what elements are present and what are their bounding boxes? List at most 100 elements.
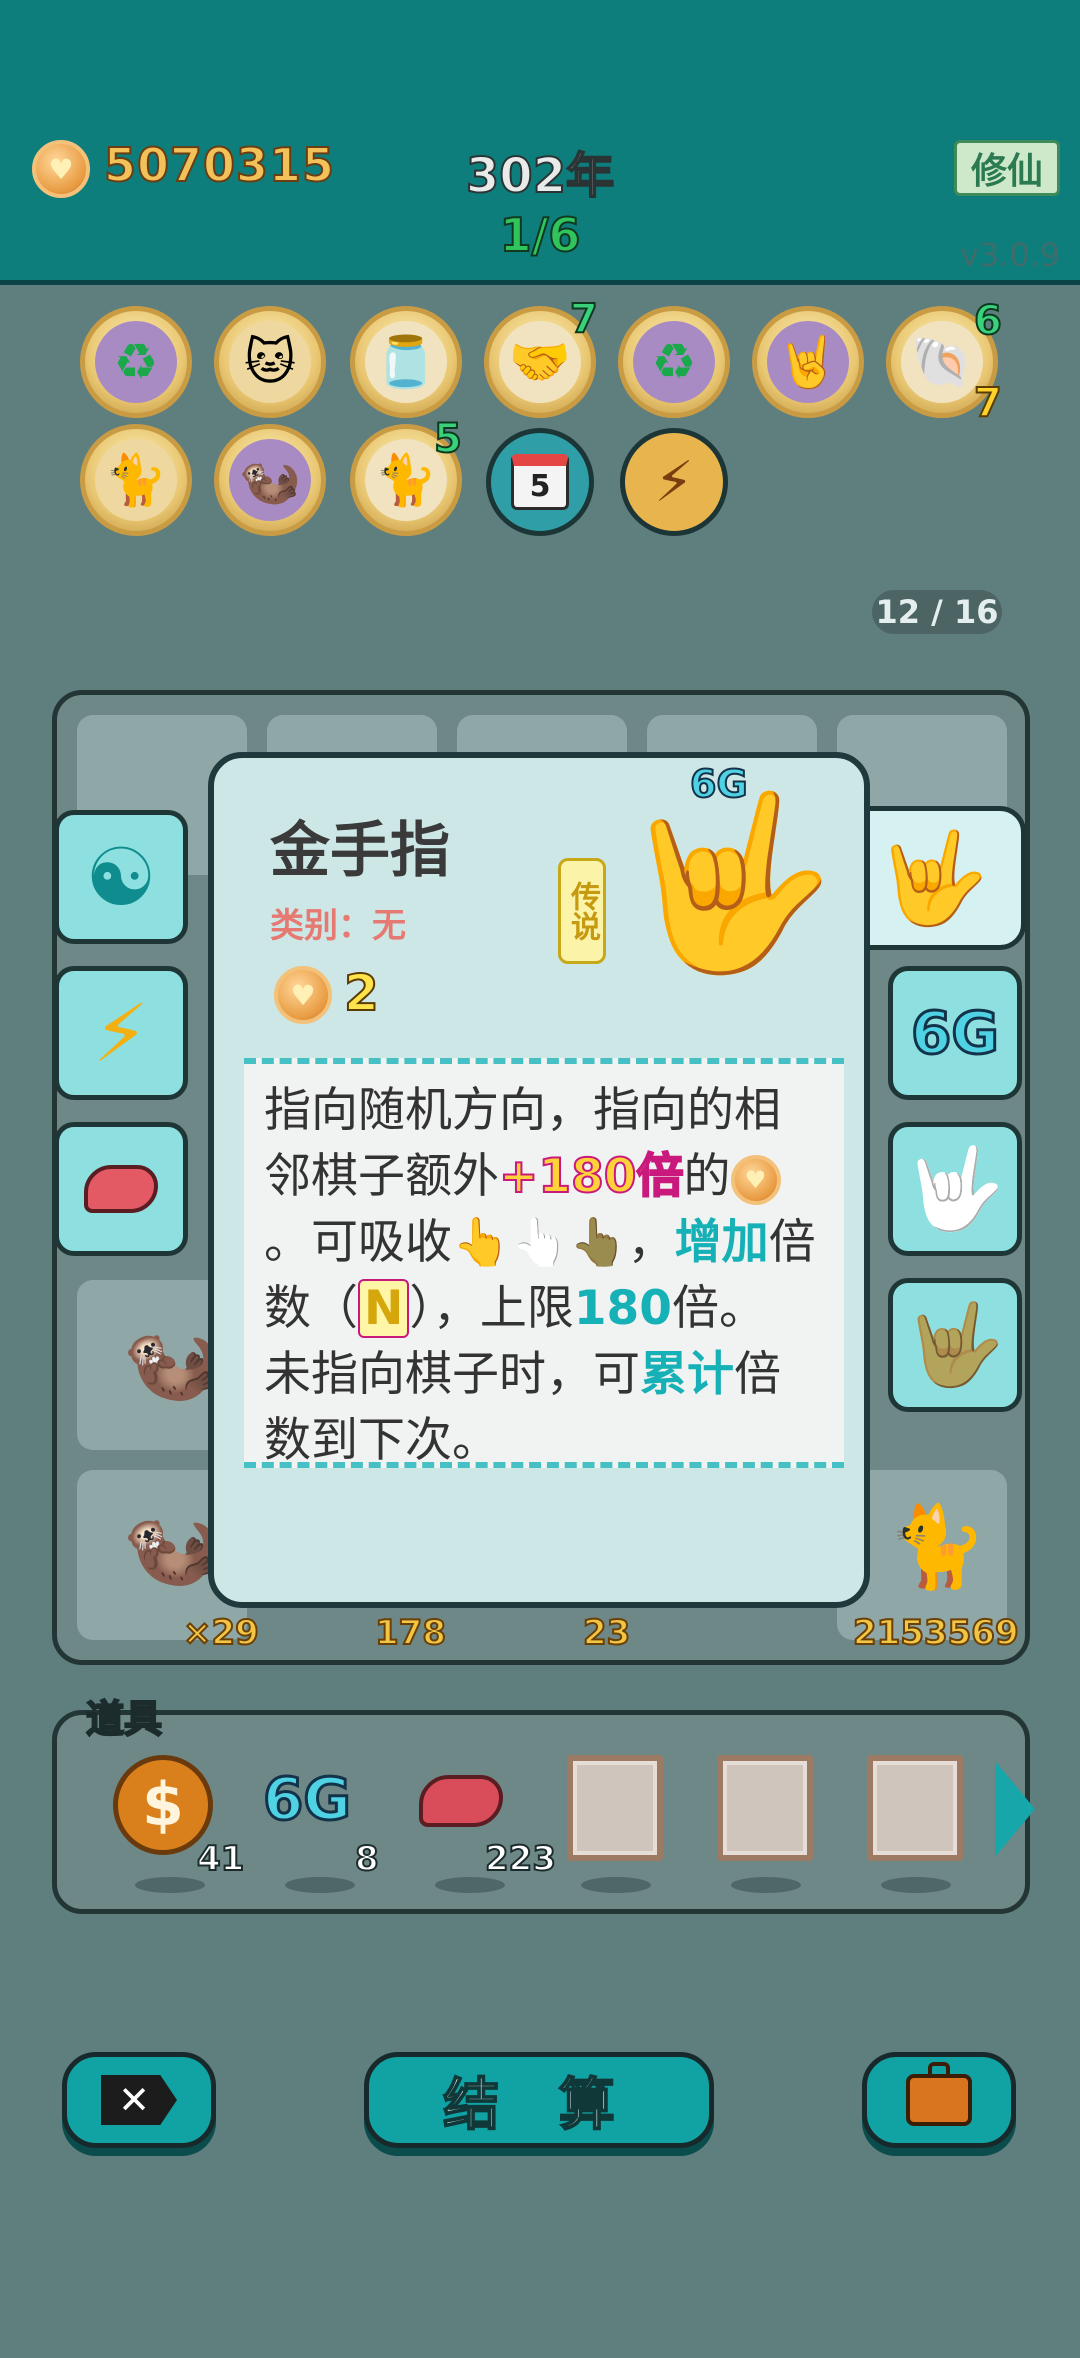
skill-yin-yang[interactable]: ☯ (54, 810, 188, 944)
calendar-icon: 5 (511, 454, 569, 510)
desc-text: 数（ (264, 1281, 358, 1336)
item-count: 8 (354, 1838, 380, 1880)
cancel-button[interactable]: ✕ (62, 2052, 216, 2148)
items-panel: $ 41 6G 8 223 (52, 1710, 1035, 1914)
card-value: 2 (343, 963, 380, 1023)
empty-item-slot[interactable] (717, 1755, 813, 1861)
item-shadow (881, 1877, 951, 1893)
desc-highlight: 增加 (674, 1215, 769, 1270)
yellow-hand-icon: 👆 (452, 1215, 511, 1270)
handshake-icon: 🤝 (499, 321, 581, 403)
desc-text: 倍 (768, 1215, 816, 1270)
yellow-hand-icon: 🤟 (876, 825, 990, 931)
relic-meerkats[interactable]: 🦦 (214, 424, 326, 536)
year-label: 302年 (465, 147, 615, 205)
white-hand-icon: 👆 (510, 1215, 570, 1270)
jar-icon: 🫙 (365, 321, 447, 403)
cats-icon: 🐱 (229, 321, 311, 403)
item-detail-popup: 金手指 类别：无 传说 6G 🤟 ♥ 2 指向随机方向，指向的相 邻棋子额外+1… (208, 752, 870, 1608)
recycle-icon: ♻ (633, 321, 715, 403)
skill-6g[interactable]: 6G (888, 966, 1022, 1100)
skill-white-hand[interactable]: 🤟 (888, 1122, 1022, 1256)
item-count: 223 (484, 1838, 557, 1880)
shell-icon: 🐚 (901, 321, 983, 403)
relic-recycle-2[interactable]: ♻ (618, 306, 730, 418)
heart-coin-icon: ♥ (32, 140, 90, 198)
white-hand-icon: 🤟 (905, 1142, 1005, 1235)
brown-hand-icon: 👆 (569, 1215, 628, 1270)
desc-text: 指向随机方向，指向的相 (264, 1083, 781, 1138)
item-shadow (581, 1877, 651, 1893)
recycle-icon: ♻ (95, 321, 177, 403)
bag-button[interactable] (862, 2052, 1016, 2148)
tile-number: 2153569 (852, 1612, 1020, 1654)
desc-text: 未指向棋子时，可 (264, 1347, 640, 1402)
skill-liver[interactable] (54, 1122, 188, 1256)
skill-brown-hand[interactable]: 🤟 (888, 1278, 1022, 1412)
skill-lightning[interactable]: ⚡ (54, 966, 188, 1100)
desc-text: 数到下次。 (264, 1413, 499, 1468)
tile-number: 23 (582, 1612, 631, 1654)
relic-jar[interactable]: 🫙 (350, 306, 462, 418)
relic-count: 7 (569, 295, 599, 343)
settle-label: 结 算 (442, 2072, 635, 2139)
liver-icon (84, 1165, 158, 1213)
item-shadow (135, 1877, 205, 1893)
card-category: 类别：无 (270, 906, 406, 946)
calendar-relic[interactable]: 5 (486, 428, 594, 536)
lightning-icon: ⚡ (92, 986, 150, 1080)
lightning-relic[interactable]: ⚡ (620, 428, 728, 536)
chevron-right-icon[interactable] (995, 1761, 1035, 1857)
relic-cats-pair[interactable]: 🐈 (80, 424, 192, 536)
item-shadow (285, 1877, 355, 1893)
desc-highlight: 累计 (640, 1347, 734, 1402)
cats-pair-icon: 🐈 (95, 439, 177, 521)
top-bar: ♥ 5070315 302年 1/6 修仙 v3.0.9 (0, 0, 1080, 285)
cat-icon: 🐈 (887, 1500, 987, 1593)
empty-item-slot[interactable] (567, 1755, 663, 1861)
golden-hand-icon: 🤟 (624, 784, 836, 982)
cultivate-button[interactable]: 修仙 (954, 140, 1060, 196)
tile-number: 178 (374, 1612, 447, 1654)
close-icon: ✕ (101, 2075, 177, 2125)
version-label: v3.0.9 (960, 236, 1061, 274)
rock-hand-icon: 🤘 (767, 321, 849, 403)
desc-n-badge: N (358, 1279, 410, 1338)
relic-count: 7 (973, 379, 1003, 427)
tile-number: ×29 (182, 1612, 260, 1654)
desc-text: 。可吸收 (264, 1215, 452, 1270)
card-title: 金手指 (270, 816, 450, 886)
6g-icon: 6G (910, 998, 1001, 1069)
relic-recycle[interactable]: ♻ (80, 306, 192, 418)
desc-text: ， (627, 1215, 675, 1270)
relic-cats[interactable]: 🐱 (214, 306, 326, 418)
desc-multiplier: +180倍 (498, 1148, 684, 1205)
money-counter: 5070315 (103, 137, 336, 193)
relic-count: 6 (973, 297, 1003, 345)
liver-icon (419, 1775, 503, 1827)
item-shadow (435, 1877, 505, 1893)
item-shadow (731, 1877, 801, 1893)
desc-text: 的 (683, 1149, 731, 1204)
desc-text: ），上限 (409, 1281, 574, 1336)
settle-button[interactable]: 结 算 (364, 2052, 714, 2148)
card-description: 指向随机方向，指向的相 邻棋子额外+180倍的 ♥ 。可吸收👆👆👆，增加倍 数（ N… (244, 1058, 844, 1468)
relic-count: 5 (433, 415, 463, 463)
meerkat-icon: 🦦 (122, 1315, 222, 1408)
round-counter: 1/6 (499, 207, 582, 263)
desc-text: 邻棋子额外 (264, 1149, 499, 1204)
6g-icon: 6G (262, 1764, 353, 1835)
desc-text: 倍 (734, 1347, 781, 1402)
relic-rock-hand[interactable]: 🤘 (752, 306, 864, 418)
desc-text: 倍。 (671, 1281, 766, 1336)
board-counter: 12 / 16 (872, 590, 1002, 634)
heart-coin-icon: ♥ (730, 1154, 781, 1205)
briefcase-icon (906, 2062, 972, 2126)
items-label: 道具 (85, 1696, 163, 1742)
empty-item-slot[interactable] (867, 1755, 963, 1861)
rarity-badge: 传说 (558, 858, 606, 964)
meerkat-icon: 🦦 (122, 1500, 222, 1593)
item-count: 41 (196, 1838, 245, 1880)
yin-yang-icon: ☯ (85, 830, 157, 924)
heart-coin-icon: ♥ (274, 966, 332, 1024)
